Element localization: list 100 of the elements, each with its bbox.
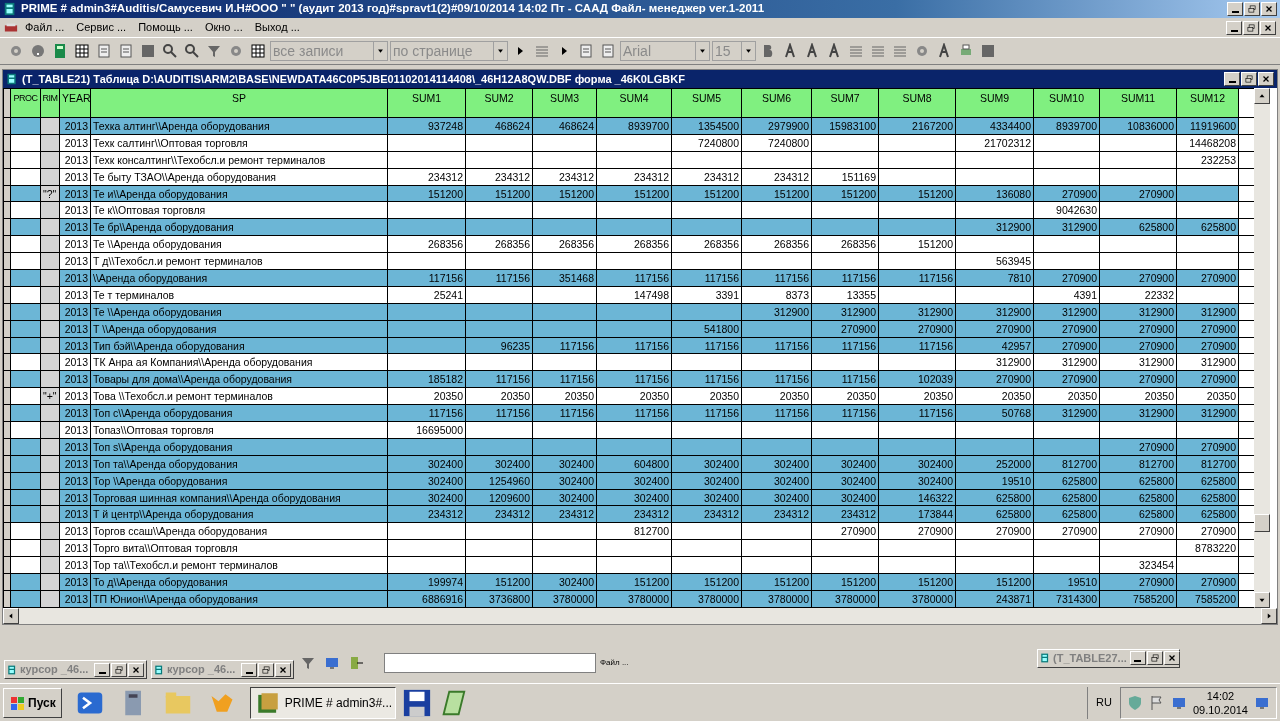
- screen-icon[interactable]: [324, 655, 340, 671]
- menu-item[interactable]: Окно ...: [199, 19, 248, 36]
- language-indicator[interactable]: RU: [1096, 694, 1112, 711]
- filter-icon[interactable]: [206, 43, 222, 59]
- minimize-button[interactable]: [1224, 72, 1240, 86]
- table-cell: 2013: [59, 303, 91, 321]
- menu-item[interactable]: Выход ...: [249, 19, 305, 36]
- table-cell: 7585200: [1176, 590, 1239, 608]
- window-title: (T_TABLE21) Таблица D:\AUDITIS\ARM2\BASE\NEWDATA46C0P5JBE01102014114408\_46H12A8QW.DBF форма _46K0LGBKF: [22, 71, 685, 87]
- restore-button[interactable]: [1241, 72, 1257, 86]
- table-row[interactable]: 2013 Те быту ТЗАО\\Аренда оборудования 234312 234312 234312 234312 234312 234312 151169: [3, 168, 1254, 186]
- column-header[interactable]: YEAR: [59, 88, 91, 118]
- table-cell: 20350: [955, 387, 1034, 405]
- minimize-button[interactable]: [241, 662, 257, 677]
- table-icon[interactable]: [74, 43, 90, 59]
- font-color-icon[interactable]: [936, 43, 952, 59]
- column-header[interactable]: PROC: [10, 88, 41, 118]
- table-cell: 21702312: [955, 134, 1034, 152]
- table-row[interactable]: 2013 Те \\Аренда оборудования 268356 268356 268356 268356 268356 268356 268356 151200: [3, 235, 1254, 253]
- restore-button[interactable]: [1146, 651, 1163, 666]
- column-header[interactable]: SUM1: [387, 88, 466, 118]
- menu-item[interactable]: Файл ...: [20, 19, 70, 36]
- column-header[interactable]: SUM4: [596, 88, 672, 118]
- table-row[interactable]: 2013 Тор та\\Техобсл.и ремонт терминалов 323454: [3, 556, 1254, 574]
- square-icon[interactable]: [980, 43, 996, 59]
- restore-button[interactable]: [111, 662, 127, 677]
- table-cell: 270900: [1099, 522, 1177, 540]
- search-icon[interactable]: [184, 43, 200, 59]
- calculator-icon[interactable]: [52, 43, 68, 59]
- column-header[interactable]: SUM2: [465, 88, 533, 118]
- close-button[interactable]: [1260, 20, 1276, 35]
- table-row[interactable]: "+" 2013 Това \\Техобсл.и ремонт терминалов 20350 20350 20350 20350 20350 20350 20350 20350 20350 20350 20350 20350: [3, 387, 1254, 405]
- minimize-button[interactable]: [1129, 651, 1146, 666]
- taskbar-button[interactable]: PRIME # admin3#...: [249, 686, 396, 719]
- document-icon[interactable]: [96, 43, 112, 59]
- close-button[interactable]: [128, 662, 144, 677]
- close-button[interactable]: [275, 662, 291, 677]
- table-cell: 270900: [1033, 320, 1100, 338]
- menu-item[interactable]: Сервис ...: [71, 19, 132, 36]
- table-row[interactable]: 2013 Те к\\Оптовая торговля 9042630: [3, 201, 1254, 219]
- restore-button[interactable]: [1244, 2, 1260, 16]
- copy-icon[interactable]: [578, 43, 594, 59]
- table-cell: 270900: [1033, 185, 1100, 202]
- table-cell: 2013: [59, 117, 91, 135]
- table-cell: 243871: [955, 590, 1034, 608]
- flag-icon[interactable]: [1148, 694, 1165, 711]
- column-header[interactable]: SUM11: [1099, 88, 1177, 118]
- column-header[interactable]: SP: [90, 88, 388, 118]
- table-row[interactable]: 2013 Те т терминалов 25241 147498 3391 8373 13355 4391 22332: [3, 286, 1254, 304]
- start-button[interactable]: Пуск: [3, 687, 62, 718]
- table-cell: 50768: [955, 404, 1034, 422]
- table-cell: То д\\Аренда оборудования: [90, 573, 388, 591]
- table-cell: 2013: [59, 320, 91, 338]
- close-button[interactable]: [1261, 2, 1277, 16]
- table-cell: 2013: [59, 252, 91, 270]
- column-header[interactable]: SUM7: [811, 88, 879, 118]
- column-header[interactable]: SUM6: [741, 88, 812, 118]
- square-icon[interactable]: [140, 43, 156, 59]
- table-row[interactable]: 2013 Т д\\Техобсл.и ремонт терминалов 563945: [3, 252, 1254, 270]
- minimize-button[interactable]: [1227, 2, 1243, 16]
- table-cell: Тор та\\Техобсл.и ремонт терминалов: [90, 556, 388, 574]
- minimize-button[interactable]: [1226, 20, 1242, 35]
- table-cell: 20350: [465, 387, 533, 405]
- search-icon[interactable]: [162, 43, 178, 59]
- column-header[interactable]: SUM3: [532, 88, 597, 118]
- table-row[interactable]: 2013 Торго вита\\Оптовая торговля 8783220: [3, 539, 1254, 557]
- table-cell: 302400: [671, 472, 742, 490]
- restore-button[interactable]: [1243, 20, 1259, 35]
- column-header[interactable]: SUM8: [878, 88, 956, 118]
- minimize-button[interactable]: [94, 662, 110, 677]
- close-button[interactable]: [1163, 651, 1180, 666]
- column-header[interactable]: SUM9: [955, 88, 1034, 118]
- restore-button[interactable]: [258, 662, 274, 677]
- table-cell: 270900: [811, 522, 879, 540]
- text-field[interactable]: [384, 653, 596, 673]
- table-row[interactable]: 2013 Техк консалтинг\\Техобсл.и ремонт терминалов 232253: [3, 151, 1254, 169]
- table-cell: 812700: [1033, 455, 1100, 473]
- table-cell: 312900: [955, 218, 1034, 236]
- clock-date[interactable]: 09.10.2014: [1192, 702, 1248, 717]
- document-icon[interactable]: [118, 43, 134, 59]
- table-row[interactable]: 2013 Торгов ссаш\\Аренда оборудования 812700 270900 270900 270900 270900 270900 270900: [3, 522, 1254, 540]
- table-cell: 270900: [1176, 522, 1239, 540]
- table-cell: 25241: [387, 286, 466, 304]
- table-cell: 20350: [532, 387, 597, 405]
- table-cell: 3780000: [532, 590, 597, 608]
- menu-item[interactable]: Помощь ...: [133, 19, 198, 36]
- column-header[interactable]: SUM12: [1176, 88, 1239, 118]
- close-button[interactable]: [1258, 72, 1274, 86]
- table-cell: 10836000: [1099, 117, 1177, 135]
- table-row[interactable]: 2013 Техк салтинг\\Оптовая торговля 7240800 7240800 21702312 14468208: [3, 134, 1254, 152]
- document-icon[interactable]: [600, 43, 616, 59]
- table-cell: 136080: [955, 185, 1034, 202]
- table-row[interactable]: 2013 ТК Анра ая Компания\\Аренда оборудования 312900 312900 312900 312900: [3, 353, 1254, 371]
- table-icon[interactable]: [250, 43, 266, 59]
- table-row[interactable]: 2013 Топаз\\Оптовая торговля 16695000: [3, 421, 1254, 439]
- column-header[interactable]: SUM10: [1033, 88, 1100, 118]
- table-cell: 302400: [671, 489, 742, 506]
- table-cell: 117156: [811, 337, 879, 354]
- clock-time[interactable]: 14:02: [1192, 688, 1248, 703]
- column-header[interactable]: SUM5: [671, 88, 742, 118]
